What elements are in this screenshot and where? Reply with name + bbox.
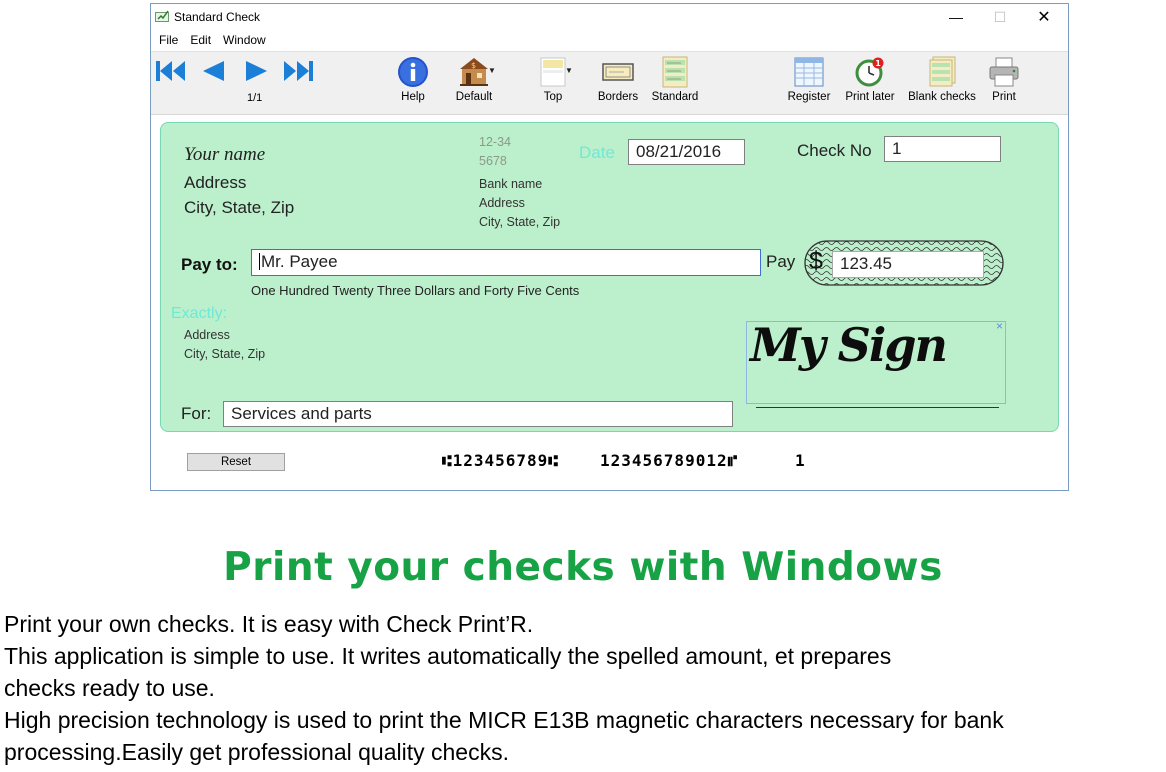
description-line: Print your own checks. It is easy with C… [4, 611, 534, 637]
bank-name[interactable]: Bank name [479, 177, 542, 191]
signature: My Sign [750, 318, 948, 372]
currency-symbol: $ [809, 247, 823, 275]
check-no-label: Check No [797, 141, 872, 160]
page-top-icon [540, 57, 566, 87]
blank-checks-button[interactable]: Blank checks [906, 56, 978, 103]
register-icon [794, 57, 824, 87]
signature-line [756, 407, 999, 408]
title-bar: Standard Check — ☐ ✕ [151, 4, 1068, 30]
standard-label: Standard [651, 91, 699, 103]
signature-close-icon[interactable]: × [996, 319, 1003, 333]
default-button[interactable]: $ Default [452, 56, 496, 103]
close-button[interactable]: ✕ [1021, 4, 1067, 30]
svg-text:$: $ [471, 61, 476, 70]
info-icon [398, 57, 428, 87]
menu-file[interactable]: File [151, 31, 182, 49]
micr-check-number: 1 [795, 451, 806, 470]
pay-to-label: Pay to: [181, 255, 238, 274]
payee-value: Mr. Payee [261, 252, 338, 271]
description-line: High precision technology is used to pri… [4, 707, 1004, 733]
check-form: Your name Address City, State, Zip 12-34… [160, 122, 1059, 432]
default-dropdown-caret-icon[interactable]: ▼ [488, 66, 496, 75]
exactly-label: Exactly: [171, 305, 228, 322]
payee-city[interactable]: City, State, Zip [184, 347, 265, 361]
previous-page-icon[interactable] [200, 58, 226, 84]
next-page-icon[interactable] [244, 58, 270, 84]
bank-icon: $ [460, 58, 488, 86]
description-line: processing.Easily get professional quali… [4, 739, 509, 765]
first-page-icon[interactable] [155, 58, 187, 84]
top-dropdown-caret-icon[interactable]: ▼ [565, 66, 573, 75]
description-line: This application is simple to use. It wr… [4, 643, 892, 669]
description-line: checks ready to use. [4, 675, 215, 701]
payer-address[interactable]: Address [184, 173, 246, 193]
signature-box[interactable]: My Sign × [746, 318, 1006, 404]
micr-account: 123456789012⑈ [600, 451, 739, 470]
app-check-icon [155, 10, 169, 22]
headline: Print your checks with Windows [223, 545, 943, 590]
borders-icon [602, 63, 634, 81]
amount-in-words: One Hundred Twenty Three Dollars and For… [251, 283, 580, 298]
payee-field[interactable]: Mr. Payee [251, 249, 761, 276]
standard-button[interactable]: Standard [648, 56, 702, 103]
memo-field[interactable]: Services and parts [223, 401, 733, 427]
register-label: Register [787, 91, 831, 103]
check-no-field[interactable]: 1 [884, 136, 1001, 162]
standard-check-icon [662, 56, 688, 88]
page-counter: 1/1 [247, 92, 263, 104]
bank-address[interactable]: Address [479, 196, 525, 210]
top-button[interactable]: Top [535, 56, 571, 103]
default-label: Default [455, 91, 493, 103]
clock-icon: 1 [855, 57, 884, 87]
borders-label: Borders [597, 91, 639, 103]
pay-label: Pay [766, 252, 796, 271]
payer-city[interactable]: City, State, Zip [184, 198, 294, 218]
description: Print your own checks. It is easy with C… [4, 608, 1164, 768]
print-later-label: Print later [845, 91, 895, 103]
menu-bar: File Edit Window [151, 31, 270, 49]
last-page-icon[interactable] [282, 58, 314, 84]
app-window: Standard Check — ☐ ✕ File Edit Window 1/… [150, 3, 1069, 491]
payer-name[interactable]: Your name [184, 144, 265, 166]
register-button[interactable]: Register [784, 56, 834, 103]
date-label: Date [579, 143, 615, 162]
menu-edit[interactable]: Edit [182, 31, 215, 49]
print-label: Print [992, 91, 1016, 103]
printer-icon [989, 57, 1019, 87]
top-label: Top [543, 91, 563, 103]
amount-field[interactable]: 123.45 [832, 251, 984, 278]
help-label: Help [401, 91, 425, 103]
print-later-badge: 1 [875, 59, 881, 68]
borders-button[interactable]: Borders [594, 56, 642, 103]
micr-routing: ⑆123456789⑆ [442, 451, 559, 470]
bank-city[interactable]: City, State, Zip [479, 215, 560, 229]
payee-address[interactable]: Address [184, 328, 230, 342]
blank-checks-icon [929, 56, 956, 87]
text-cursor [259, 253, 260, 270]
reset-button[interactable]: Reset [187, 453, 285, 471]
help-button[interactable]: Help [395, 56, 431, 103]
window-title: Standard Check [174, 10, 261, 24]
print-later-button[interactable]: 1 Print later [841, 56, 899, 103]
blank-checks-label: Blank checks [908, 91, 976, 103]
menu-window[interactable]: Window [215, 31, 270, 49]
for-label: For: [181, 404, 212, 423]
routing-fraction-bottom: 5678 [479, 154, 507, 168]
routing-fraction-top: 12-34 [479, 135, 511, 149]
print-button[interactable]: Print [986, 56, 1022, 103]
minimize-button[interactable]: — [933, 4, 979, 30]
toolbar: 1/1 Help $ Default ▼ Top ▼ Borders Stand… [151, 51, 1068, 115]
date-field[interactable]: 08/21/2016 [628, 139, 745, 165]
maximize-button[interactable]: ☐ [977, 4, 1023, 30]
